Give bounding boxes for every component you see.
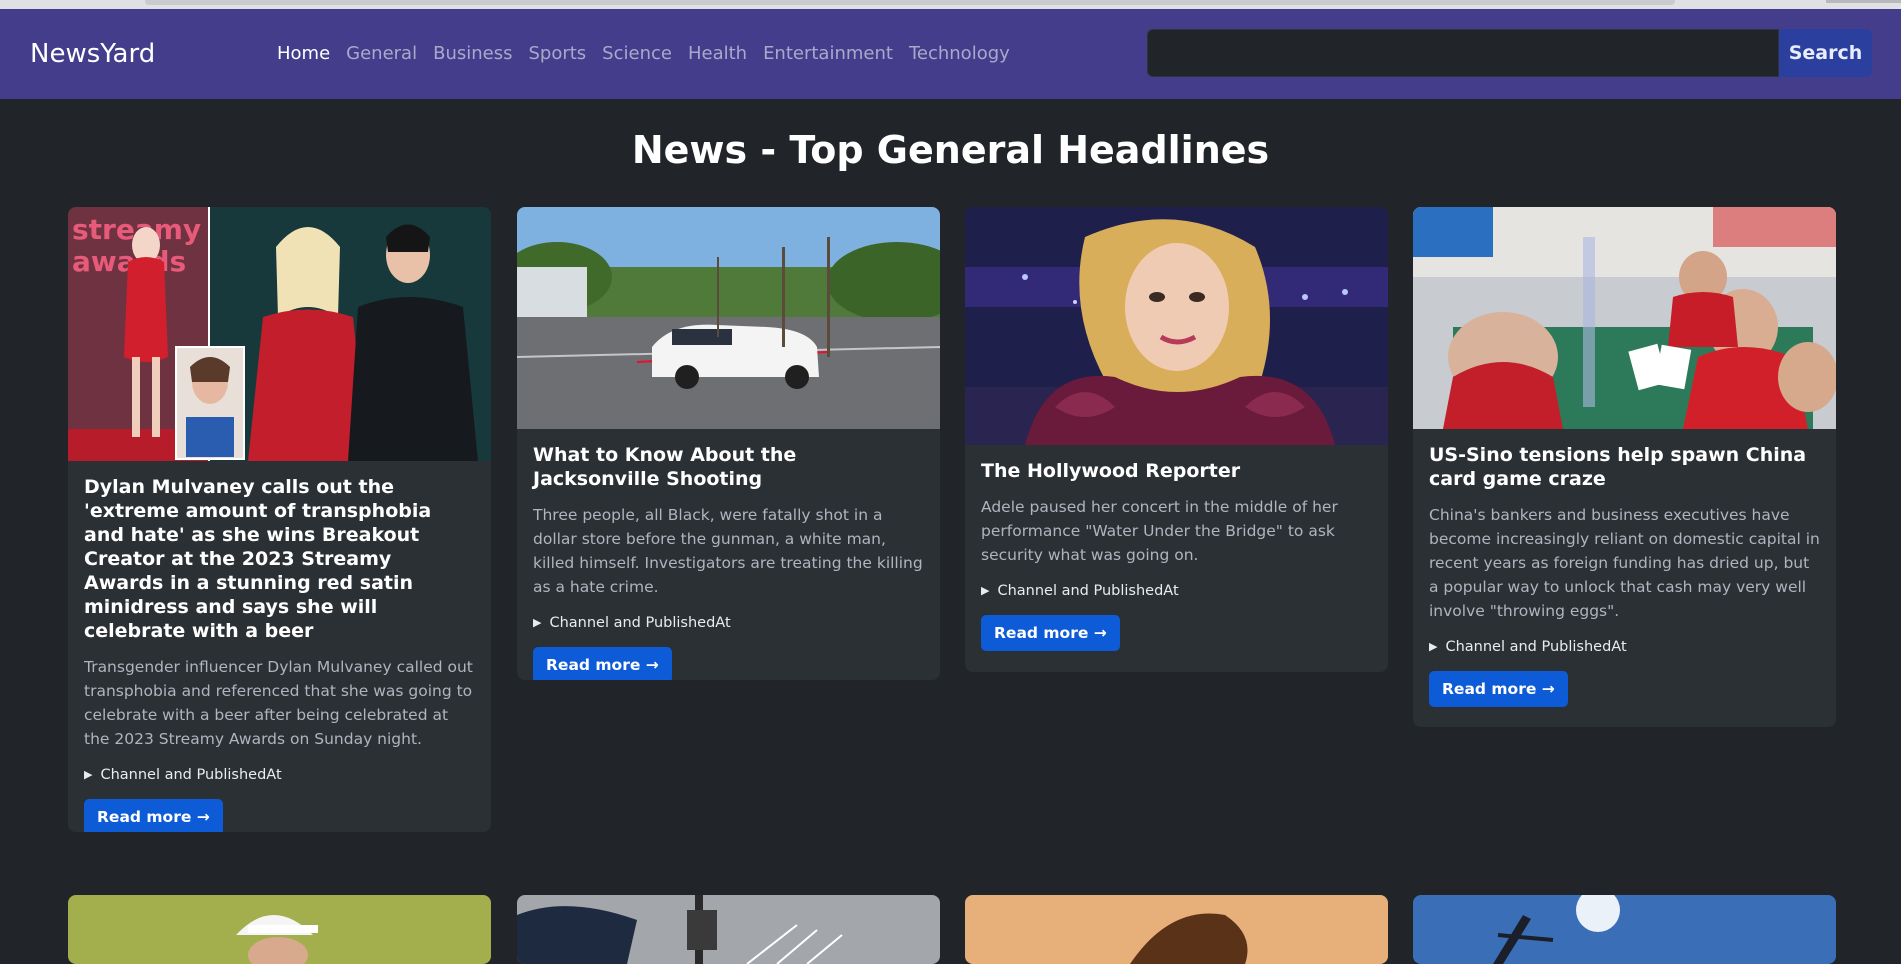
card-details[interactable]: Channel and PublishedAt — [533, 615, 924, 631]
brand-logo[interactable]: NewsYard — [30, 39, 155, 69]
page-title: News - Top General Headlines — [631, 128, 1270, 172]
search-input[interactable] — [1147, 29, 1779, 77]
news-card-partial — [517, 895, 940, 964]
news-card: US-Sino tensions help spawn China card g… — [1413, 207, 1836, 727]
news-card-partial — [1413, 895, 1836, 964]
news-image[interactable] — [517, 207, 940, 429]
read-more-button[interactable]: Read more → — [84, 799, 223, 832]
nav-link-technology[interactable]: Technology — [909, 43, 1010, 64]
news-card: What to Know About the Jacksonville Shoo… — [517, 207, 940, 680]
news-card-partial — [68, 895, 491, 964]
nav-links: Home General Business Sports Science Hea… — [277, 43, 1026, 64]
read-more-button[interactable]: Read more → — [1429, 671, 1568, 707]
news-image-graphic[interactable] — [68, 895, 491, 964]
news-image-graphic — [517, 207, 940, 429]
news-image-graphic[interactable] — [517, 895, 940, 964]
card-description: China's bankers and business executives … — [1429, 506, 1820, 620]
nav-link-business[interactable]: Business — [433, 43, 512, 64]
news-image-graphic — [965, 207, 1388, 445]
nav-link-general[interactable]: General — [346, 43, 417, 64]
news-image[interactable] — [1413, 207, 1836, 429]
card-description: Transgender influencer Dylan Mulvaney ca… — [84, 658, 473, 748]
news-image-graphic — [1413, 207, 1836, 429]
card-details[interactable]: Channel and PublishedAt — [981, 583, 1372, 599]
card-title: US-Sino tensions help spawn China card g… — [1429, 444, 1807, 490]
card-body: What to Know About the Jacksonville Shoo… — [517, 429, 940, 680]
nav-link-sports[interactable]: Sports — [528, 43, 586, 64]
card-details[interactable]: Channel and PublishedAt — [1429, 639, 1820, 655]
browser-top-right — [1826, 0, 1901, 3]
browser-tab-bar — [145, 0, 1675, 5]
card-title: Dylan Mulvaney calls out the 'extreme am… — [84, 476, 432, 642]
news-card: The Hollywood Reporter Adele paused her … — [965, 207, 1388, 672]
news-image-graphic: streamy awards — [68, 207, 491, 461]
read-more-button[interactable]: Read more → — [533, 647, 672, 680]
search-button[interactable]: Search — [1779, 29, 1872, 77]
card-description: Three people, all Black, were fatally sh… — [533, 506, 923, 596]
search-form: Search — [1147, 29, 1872, 77]
news-image-graphic[interactable] — [965, 895, 1388, 964]
nav-link-science[interactable]: Science — [602, 43, 672, 64]
card-title: The Hollywood Reporter — [981, 460, 1241, 482]
news-image[interactable]: streamy awards — [68, 207, 491, 461]
details-summary[interactable]: Channel and PublishedAt — [533, 615, 924, 631]
read-more-button[interactable]: Read more → — [981, 615, 1120, 651]
browser-top-strip — [0, 0, 1901, 9]
details-summary[interactable]: Channel and PublishedAt — [84, 767, 475, 783]
card-details[interactable]: Channel and PublishedAt — [84, 767, 475, 783]
details-summary[interactable]: Channel and PublishedAt — [1429, 639, 1820, 655]
nav-link-home[interactable]: Home — [277, 43, 330, 64]
nav-link-entertainment[interactable]: Entertainment — [763, 43, 893, 64]
news-card: streamy awards Dylan Mulvaney calls out … — [68, 207, 491, 832]
news-image[interactable] — [965, 207, 1388, 445]
card-title: What to Know About the Jacksonville Shoo… — [533, 444, 797, 490]
news-card-partial — [965, 895, 1388, 964]
navbar: NewsYard Home General Business Sports Sc… — [0, 9, 1901, 99]
card-body: US-Sino tensions help spawn China card g… — [1413, 429, 1836, 725]
card-body: The Hollywood Reporter Adele paused her … — [965, 445, 1388, 669]
nav-link-health[interactable]: Health — [688, 43, 747, 64]
news-image-graphic[interactable] — [1413, 895, 1836, 964]
card-description: Adele paused her concert in the middle o… — [981, 498, 1338, 564]
card-body: Dylan Mulvaney calls out the 'extreme am… — [68, 461, 491, 832]
details-summary[interactable]: Channel and PublishedAt — [981, 583, 1372, 599]
